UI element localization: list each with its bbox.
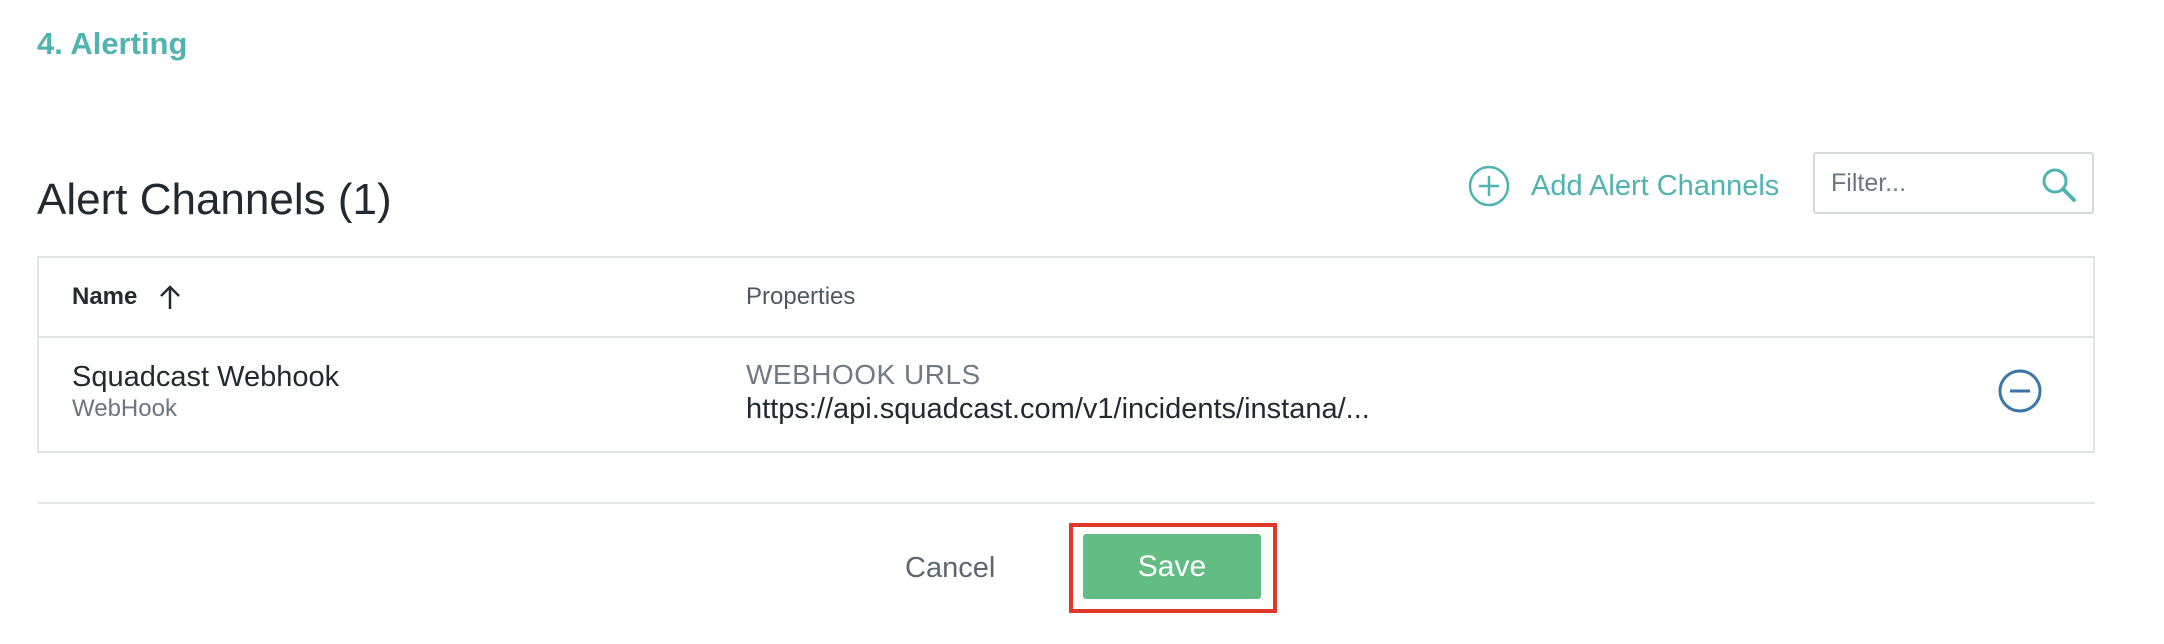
- property-value: https://api.squadcast.com/v1/incidents/i…: [746, 393, 1370, 425]
- column-header-properties: Properties: [746, 283, 856, 310]
- remove-channel-button[interactable]: [1997, 368, 2043, 414]
- column-header-name-label: Name: [72, 283, 138, 310]
- divider: [37, 502, 2095, 504]
- plus-circle-icon: [1468, 165, 1510, 207]
- channel-properties-cell: WEBHOOK URLS https://api.squadcast.com/v…: [746, 358, 1370, 426]
- alert-channels-table: Name Properties Squadcast Webhook WebHoo…: [37, 256, 2095, 453]
- section-title: 4. Alerting: [37, 26, 188, 61]
- filter-field: [1813, 152, 2094, 214]
- alert-channels-title: Alert Channels (1): [37, 175, 392, 224]
- cancel-button[interactable]: Cancel: [905, 545, 995, 591]
- add-alert-channels-button[interactable]: Add Alert Channels: [1468, 158, 1779, 214]
- table-row[interactable]: Squadcast Webhook WebHook WEBHOOK URLS h…: [39, 338, 2093, 453]
- column-header-name[interactable]: Name: [72, 280, 183, 314]
- add-alert-channels-label: Add Alert Channels: [1531, 170, 1780, 202]
- property-label: WEBHOOK URLS: [746, 359, 981, 390]
- channel-name-cell: Squadcast Webhook WebHook: [72, 360, 339, 424]
- arrow-up-icon: [160, 285, 181, 309]
- channel-name: Squadcast Webhook: [72, 361, 340, 393]
- alerting-page: 4. Alerting Alert Channels (1) Add Alert…: [0, 0, 2164, 644]
- filter-input[interactable]: [1815, 167, 2033, 199]
- save-button[interactable]: Save: [1083, 534, 1261, 599]
- channel-type: WebHook: [72, 395, 177, 422]
- search-icon[interactable]: [2040, 166, 2078, 204]
- table-header: Name Properties: [39, 258, 2093, 338]
